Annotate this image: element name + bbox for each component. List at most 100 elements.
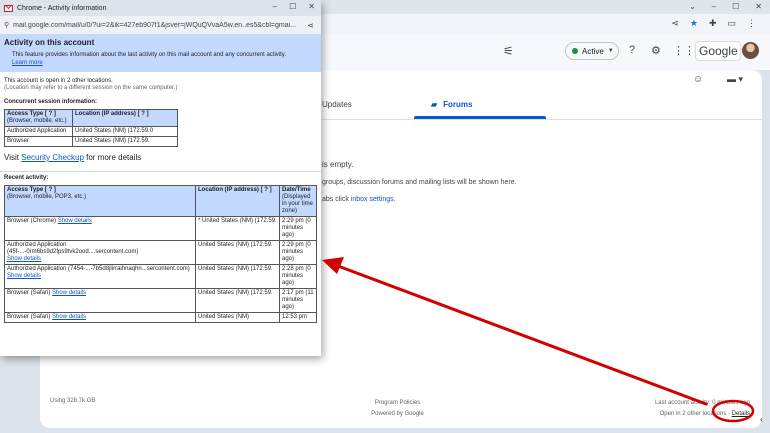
popup-url-bar: ⚲ mail.google.com/mail/u/0/?ui=2&ik=427e…	[0, 16, 321, 34]
table-row: Browser (Safari) Show details United Sta…	[4, 288, 317, 313]
minimize-icon[interactable]: –	[712, 2, 716, 11]
header-sublabel: (Displayed in your time zone)	[282, 194, 314, 214]
header-sublabel: (Browser, mobile, etc.)	[7, 118, 67, 124]
header-label[interactable]: Access Type [ ? ]	[7, 187, 56, 193]
inbox-settings-link[interactable]: inbox settings	[351, 196, 394, 203]
hint-text: abs click	[322, 196, 351, 203]
extensions-icon[interactable]: ✚	[709, 18, 717, 29]
maximize-icon[interactable]: ☐	[289, 2, 296, 11]
share-icon[interactable]: ⋖	[307, 21, 314, 30]
status-label: Active	[582, 46, 604, 56]
recent-activity-table: Access Type [ ? ] (Browser, mobile, POP3,…	[4, 185, 317, 323]
table-row: Authorized Application United States (NM…	[4, 126, 178, 137]
tab-updates[interactable]: Updates	[322, 100, 352, 109]
learn-more-link[interactable]: Learn more	[12, 60, 43, 66]
status-button[interactable]: Active ▼	[565, 42, 619, 60]
table-row: Browser United States (NM) (172.59.	[4, 136, 178, 147]
divider	[0, 171, 321, 172]
chevron-down-icon[interactable]: ⌄	[689, 2, 696, 11]
google-account-logo[interactable]: Google	[695, 41, 741, 61]
cell-access-type: Browser (Safari) Show details	[4, 288, 196, 313]
search-options-icon[interactable]: ⚟	[503, 44, 514, 58]
column-header-datetime: Date/Time (Displayed in your time zone)	[279, 185, 317, 217]
cell-datetime: 2:28 pm (0 minutes ago)	[279, 264, 317, 289]
empty-state-hint: abs click inbox settings.	[322, 196, 396, 203]
access-type-text: Browser (Safari)	[7, 290, 51, 296]
show-details-link[interactable]: Show details	[7, 256, 41, 262]
footer-links: Program Policies Powered by Google	[340, 398, 455, 420]
concurrent-section-title: Concurrent session information:	[4, 99, 98, 105]
cell-datetime: 12:53 pm	[279, 312, 317, 323]
last-activity-info: Last account activity: 0 minutes ago Ope…	[655, 398, 750, 420]
access-type-text: Authorized Application (7454-...-7b5d8jl…	[7, 266, 190, 272]
input-tools-icon[interactable]: ▬ ▾	[727, 74, 743, 85]
header-sublabel: (Browser, mobile, POP3, etc.)	[7, 194, 87, 200]
storage-usage: Using 328.7k GB	[50, 398, 96, 404]
hint-suffix: .	[393, 196, 396, 203]
column-header-location[interactable]: Location (IP address) [ ? ]	[72, 109, 178, 127]
help-icon[interactable]: ?	[629, 44, 635, 56]
gear-icon[interactable]: ⚙	[651, 44, 661, 57]
tab-forums[interactable]: ▰ Forums	[431, 100, 473, 109]
chevron-left-icon[interactable]: ‹	[760, 414, 763, 424]
open-locations-text: Open in 2 other locations ·	[659, 411, 732, 417]
emoji-icon[interactable]: ☺	[693, 74, 703, 85]
apps-grid-icon[interactable]: ⋮⋮	[673, 44, 695, 57]
share-icon[interactable]: ⋖	[671, 18, 679, 29]
tab-forums-label: Forums	[443, 100, 473, 109]
open-locations-line: Open in 2 other locations · Details	[655, 409, 750, 420]
activity-header: Activity on this account This feature pr…	[0, 34, 321, 72]
table-row: Browser (Chrome) Show details * United S…	[4, 216, 317, 241]
avatar[interactable]	[742, 42, 759, 59]
divider	[320, 119, 762, 120]
details-link[interactable]: Details	[732, 411, 750, 417]
maximize-icon[interactable]: ☐	[732, 2, 739, 11]
forums-icon: ▰	[431, 100, 438, 109]
show-details-link[interactable]: Show details	[58, 218, 92, 224]
gmail-icon	[4, 4, 13, 12]
cell-access-type: Authorized Application	[4, 126, 73, 137]
column-header-access-type: Access Type [ ? ] (Browser, mobile, etc.)	[4, 109, 73, 127]
cell-datetime: 2:17 pm (11 minutes ago)	[279, 288, 317, 313]
show-details-link[interactable]: Show details	[52, 290, 86, 296]
security-checkup-line: Visit Security Checkup for more details	[4, 153, 317, 162]
status-dot-icon	[572, 48, 578, 54]
show-details-link[interactable]: Show details	[7, 273, 41, 279]
cell-location: United States (NM) (172.59.	[195, 240, 280, 265]
cell-location: * United States (NM) (172.59.	[195, 216, 280, 241]
popup-content: Activity on this account This feature pr…	[0, 34, 321, 356]
popup-window-title: Chrome - Activity information	[17, 4, 107, 12]
column-header-location[interactable]: Location (IP address) [ ? ]	[195, 185, 280, 217]
column-header-access-type: Access Type [ ? ] (Browser, mobile, POP3,…	[4, 185, 196, 217]
site-info-icon[interactable]: ⚲	[4, 21, 9, 29]
last-activity-text: Last account activity: 0 minutes ago	[654, 400, 750, 406]
bookmark-star-icon[interactable]: ★	[690, 18, 698, 29]
location-info: This account is open in 2 other location…	[4, 78, 317, 92]
cell-location: United States (NM) (172.59.	[195, 288, 280, 313]
window-controls: ⌄ – ☐ ✕	[689, 2, 762, 11]
minimize-icon[interactable]: –	[273, 2, 277, 11]
concurrent-sessions-table: Access Type [ ? ] (Browser, mobile, etc.)…	[4, 109, 178, 147]
cell-access-type: Authorized Application (7454-...-7b5d8jl…	[4, 264, 196, 289]
sidepanel-icon[interactable]: ▭	[727, 18, 736, 29]
recent-section-title: Recent activity:	[4, 175, 49, 181]
open-locations-text: This account is open in 2 other location…	[4, 78, 113, 84]
table-row: Authorized Application (45f-...-0rm6bs9d…	[4, 240, 317, 265]
visit-prefix: Visit	[4, 153, 22, 162]
close-icon[interactable]: ✕	[308, 2, 315, 11]
security-checkup-link[interactable]: Security Checkup	[21, 153, 84, 162]
empty-state-description: groups, discussion forums and mailing li…	[322, 179, 517, 186]
popup-url[interactable]: mail.google.com/mail/u/0/?ui=2&ik=427eb9…	[13, 22, 303, 29]
page-title: Activity on this account	[4, 38, 95, 47]
program-policies-link[interactable]: Program Policies	[340, 398, 455, 409]
header-label[interactable]: Access Type [ ? ]	[7, 111, 56, 117]
powered-by: Powered by Google	[371, 411, 424, 417]
table-row: Browser (Safari) Show details United Sta…	[4, 312, 317, 323]
cell-location: United States (NM)	[195, 312, 280, 323]
table-row: Authorized Application (7454-...-7b5d8jl…	[4, 264, 317, 289]
cell-access-type: Browser (Chrome) Show details	[4, 216, 196, 241]
header-label: Date/Time	[282, 187, 311, 193]
close-icon[interactable]: ✕	[755, 2, 762, 11]
show-details-link[interactable]: Show details	[52, 314, 86, 320]
menu-icon[interactable]: ⋮	[747, 18, 756, 29]
